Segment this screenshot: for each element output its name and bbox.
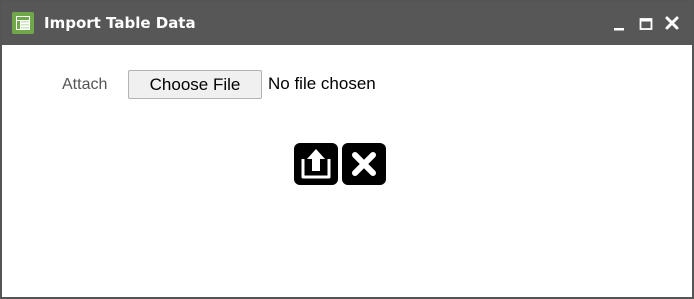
dialog-content: Attach Choose File No file chosen bbox=[2, 45, 692, 297]
minimize-icon[interactable] bbox=[610, 12, 630, 34]
choose-file-button[interactable]: Choose File bbox=[128, 70, 262, 99]
file-status-text: No file chosen bbox=[268, 74, 376, 93]
close-icon[interactable] bbox=[662, 12, 682, 34]
cancel-x-icon[interactable] bbox=[342, 143, 386, 185]
attach-label: Attach bbox=[62, 76, 108, 93]
import-table-data-dialog: Import Table Data Attach Choose File No … bbox=[0, 0, 694, 299]
import-table-icon bbox=[12, 12, 34, 34]
dialog-titlebar[interactable]: Import Table Data bbox=[2, 2, 692, 45]
maximize-icon[interactable] bbox=[636, 12, 656, 34]
dialog-title: Import Table Data bbox=[44, 14, 196, 32]
upload-icon[interactable] bbox=[294, 143, 338, 185]
